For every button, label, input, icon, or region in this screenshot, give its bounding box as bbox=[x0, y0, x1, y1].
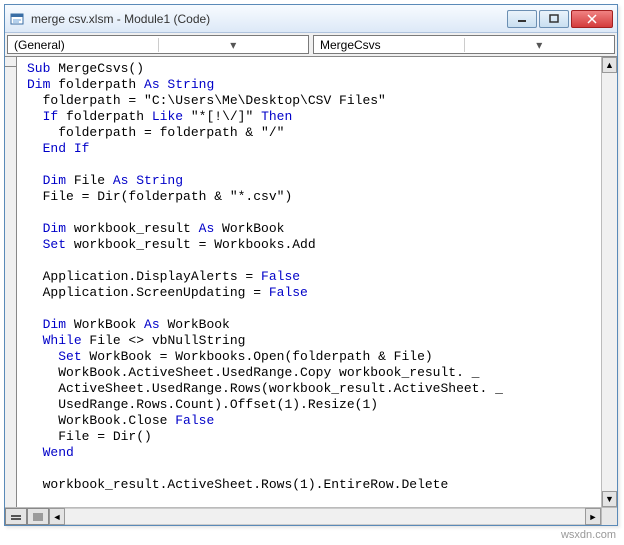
object-dropdown-value: (General) bbox=[8, 38, 158, 52]
horizontal-scrollbar[interactable]: ◄ ► bbox=[49, 508, 601, 525]
window-title: merge csv.xlsm - Module1 (Code) bbox=[31, 12, 507, 26]
scroll-corner bbox=[601, 508, 617, 525]
maximize-button[interactable] bbox=[539, 10, 569, 28]
view-buttons bbox=[5, 508, 49, 525]
scroll-track[interactable] bbox=[602, 73, 617, 491]
watermark: wsxdn.com bbox=[561, 529, 616, 541]
vertical-scrollbar[interactable]: ▲ ▼ bbox=[601, 57, 617, 507]
object-proc-selector: (General) ▾ MergeCsvs ▾ bbox=[5, 33, 617, 57]
chevron-down-icon: ▾ bbox=[464, 38, 615, 52]
full-module-view-button[interactable] bbox=[27, 508, 49, 525]
object-dropdown[interactable]: (General) ▾ bbox=[7, 35, 309, 54]
hscroll-track[interactable] bbox=[65, 508, 585, 525]
minimize-button[interactable] bbox=[507, 10, 537, 28]
code-pane[interactable]: Sub MergeCsvs() Dim folderpath As String… bbox=[17, 57, 601, 507]
scroll-down-button[interactable]: ▼ bbox=[602, 491, 617, 507]
code-area: Sub MergeCsvs() Dim folderpath As String… bbox=[5, 57, 617, 507]
chevron-down-icon: ▾ bbox=[158, 38, 309, 52]
scroll-right-button[interactable]: ► bbox=[585, 508, 601, 525]
title-bar[interactable]: merge csv.xlsm - Module1 (Code) bbox=[5, 5, 617, 33]
vbe-window: merge csv.xlsm - Module1 (Code) (General… bbox=[4, 4, 618, 526]
procedure-dropdown-value: MergeCsvs bbox=[314, 38, 464, 52]
module-icon bbox=[9, 11, 25, 27]
scroll-up-button[interactable]: ▲ bbox=[602, 57, 617, 73]
margin-bar bbox=[5, 57, 17, 507]
code-text[interactable]: Sub MergeCsvs() Dim folderpath As String… bbox=[27, 61, 599, 507]
bottom-bar: ◄ ► bbox=[5, 507, 617, 525]
procedure-dropdown[interactable]: MergeCsvs ▾ bbox=[313, 35, 615, 54]
procedure-view-button[interactable] bbox=[5, 508, 27, 525]
scroll-left-button[interactable]: ◄ bbox=[49, 508, 65, 525]
close-button[interactable] bbox=[571, 10, 613, 28]
proc-separator-box[interactable] bbox=[5, 57, 16, 67]
window-controls bbox=[507, 10, 613, 28]
